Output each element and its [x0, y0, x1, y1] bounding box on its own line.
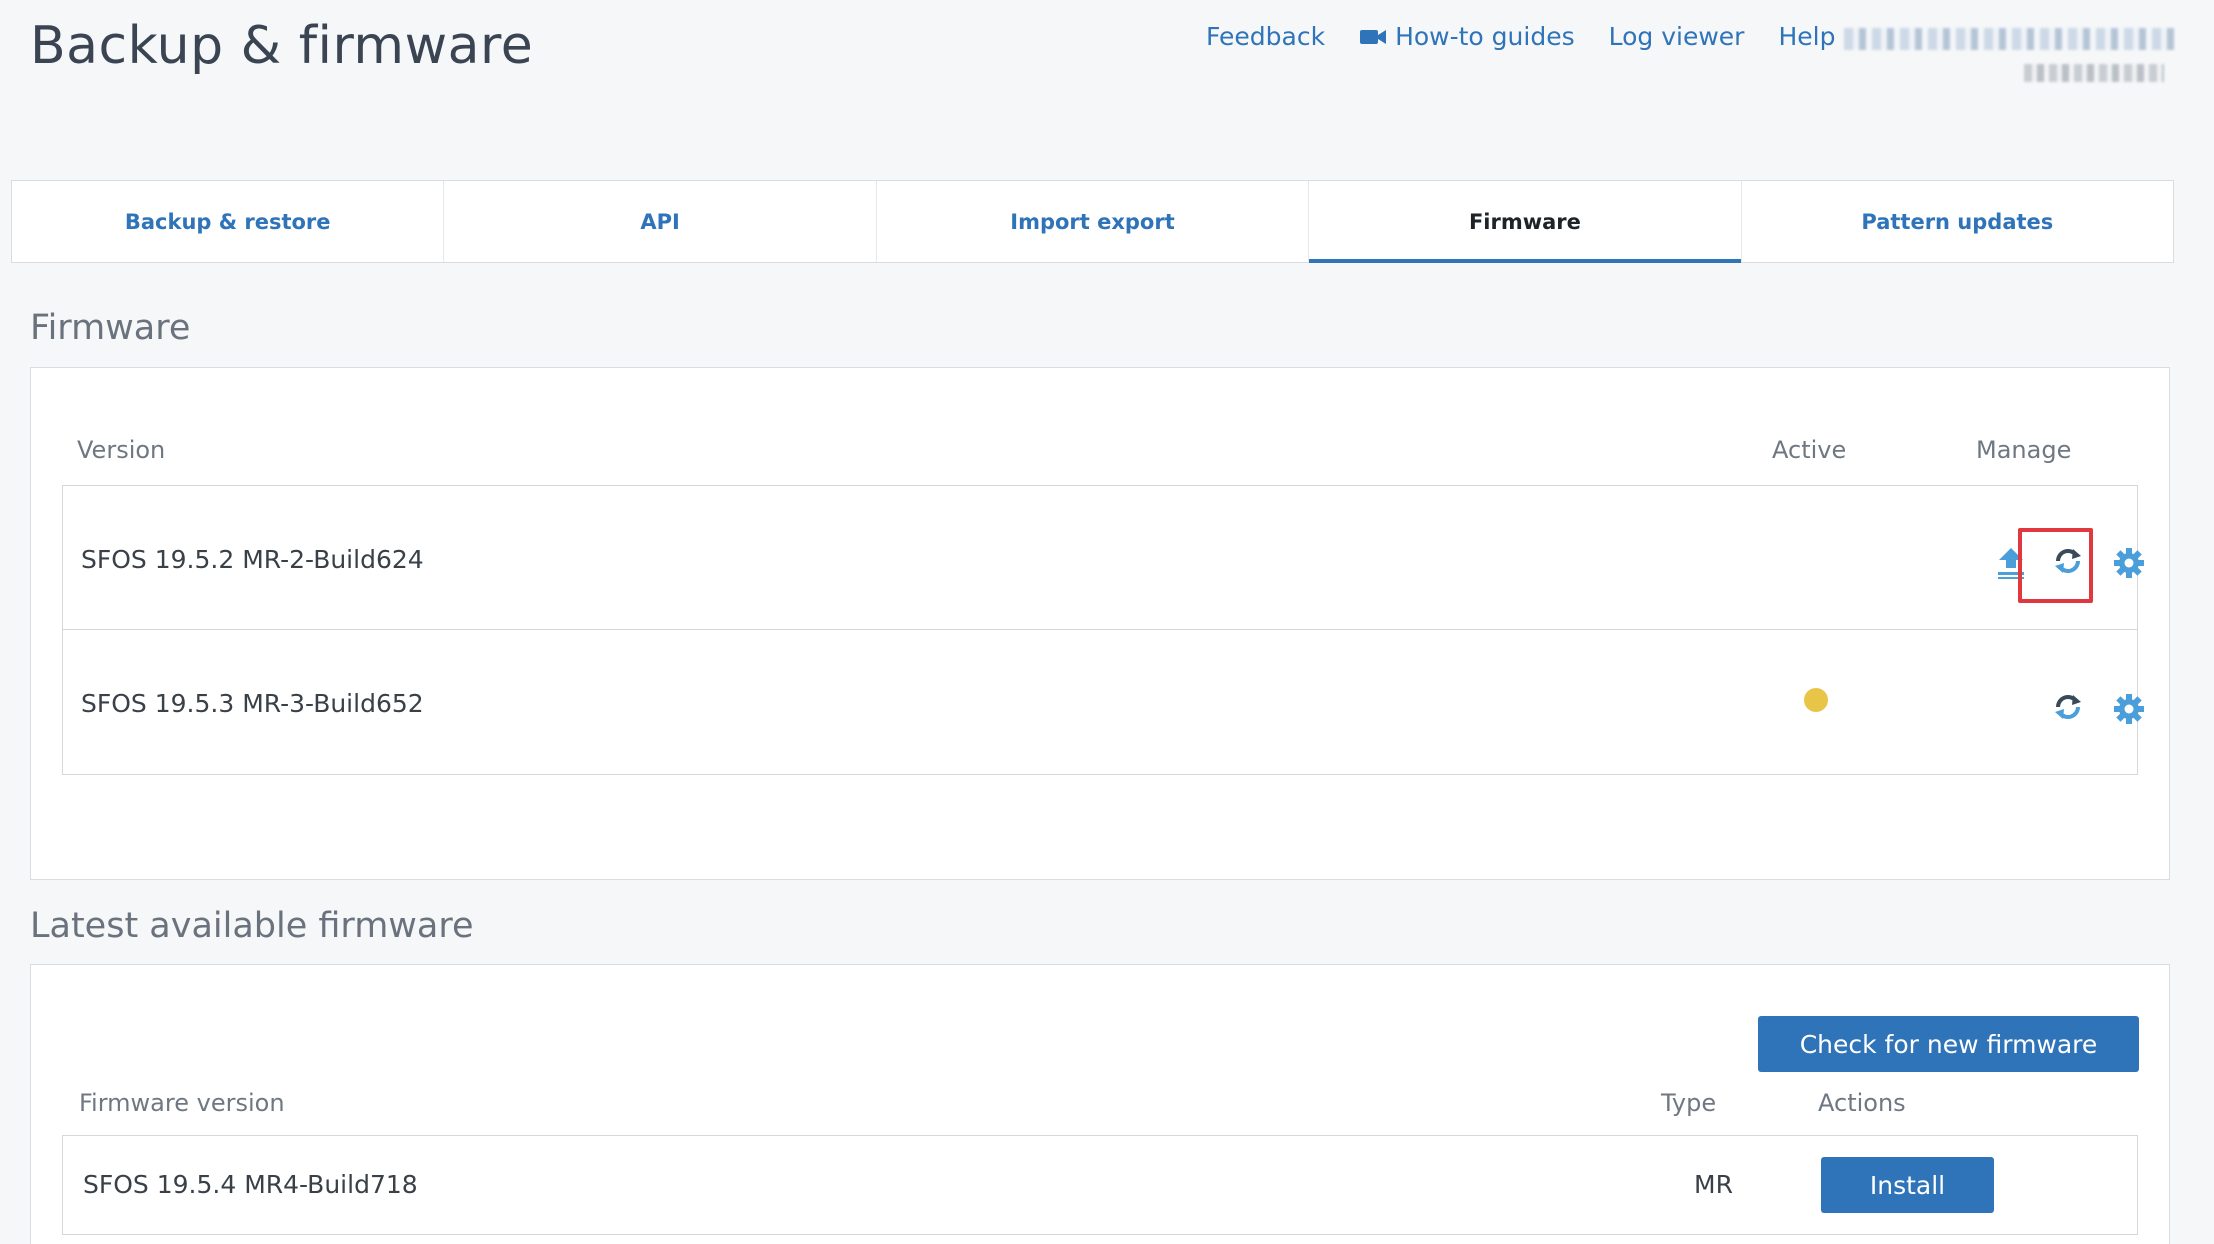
feedback-link[interactable]: Feedback [1206, 22, 1325, 51]
reboot-icon[interactable] [2051, 690, 2085, 724]
firmware-panel: Version Active Manage SFOS 19.5.2 MR-2-B… [30, 367, 2170, 880]
latest-firmware-panel: Check for new firmware Firmware version … [30, 964, 2170, 1244]
column-header-active: Active [1772, 436, 1847, 464]
column-header-firmware-version: Firmware version [79, 1089, 285, 1117]
highlight-box [2018, 528, 2093, 603]
tab-api[interactable]: API [444, 181, 877, 262]
active-status-dot [1804, 688, 1828, 712]
firmware-version: SFOS 19.5.3 MR-3-Build652 [81, 689, 424, 718]
firmware-type: MR [1694, 1170, 1733, 1199]
gear-icon[interactable] [2112, 692, 2146, 726]
top-links: Feedback How-to guides Log viewer Help [1206, 22, 1869, 51]
page-title: Backup & firmware [30, 16, 534, 76]
column-header-manage: Manage [1976, 436, 2072, 464]
column-header-type: Type [1661, 1089, 1717, 1117]
install-button[interactable]: Install [1821, 1157, 1994, 1213]
firmware-version: SFOS 19.5.2 MR-2-Build624 [81, 545, 424, 574]
firmware-section-title: Firmware [30, 308, 191, 348]
user-name-blurred [1844, 28, 2174, 50]
gear-icon[interactable] [2112, 546, 2146, 580]
latest-firmware-section-title: Latest available firmware [30, 906, 474, 946]
firmware-row: SFOS 19.5.2 MR-2-Build624 [62, 485, 2144, 630]
how-to-guides-link[interactable]: How-to guides [1359, 22, 1575, 51]
how-to-guides-label: How-to guides [1395, 22, 1575, 51]
firmware-row: SFOS 19.5.3 MR-3-Build652 [62, 630, 2144, 775]
tab-import-export[interactable]: Import export [877, 181, 1310, 262]
check-for-new-firmware-button[interactable]: Check for new firmware [1758, 1016, 2139, 1072]
user-role-blurred [2024, 64, 2164, 82]
video-camera-icon [1360, 29, 1387, 44]
help-link[interactable]: Help [1778, 22, 1835, 51]
column-header-actions: Actions [1818, 1089, 1906, 1117]
tab-bar: Backup & restore API Import export Firmw… [11, 180, 2174, 263]
user-menu[interactable] [1844, 24, 2174, 90]
tab-firmware[interactable]: Firmware [1309, 181, 1742, 263]
log-viewer-link[interactable]: Log viewer [1609, 22, 1745, 51]
tab-pattern-updates[interactable]: Pattern updates [1742, 181, 2173, 262]
latest-firmware-row: SFOS 19.5.4 MR4-Build718 MR Install [62, 1135, 2138, 1235]
column-header-version: Version [77, 436, 166, 464]
tab-backup-restore[interactable]: Backup & restore [12, 181, 445, 262]
firmware-version: SFOS 19.5.4 MR4-Build718 [83, 1170, 418, 1199]
